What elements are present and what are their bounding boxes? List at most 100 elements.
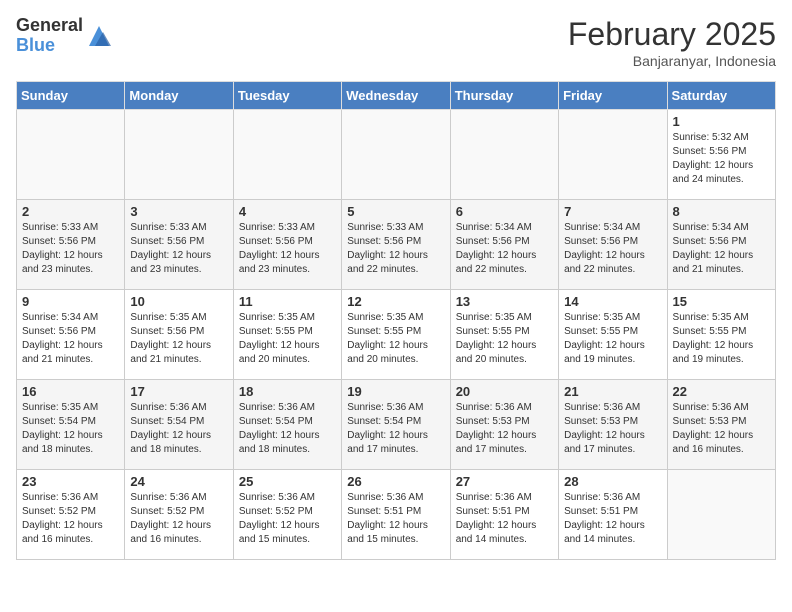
day-info: Sunrise: 5:36 AM Sunset: 5:52 PM Dayligh…	[22, 491, 119, 547]
day-number: 13	[456, 294, 553, 309]
day-number: 1	[673, 114, 770, 129]
day-number: 11	[239, 294, 336, 309]
day-number: 19	[347, 384, 444, 399]
calendar-day-cell: 14 Sunrise: 5:35 AM Sunset: 5:55 PM Dayli…	[559, 290, 667, 380]
day-number: 9	[22, 294, 119, 309]
day-number: 28	[564, 474, 661, 489]
calendar-day-cell: 24Sunrise: 5:36 AM Sunset: 5:52 PM Dayli…	[125, 470, 233, 560]
calendar-table: SundayMondayTuesdayWednesdayThursdayFrid…	[16, 81, 776, 560]
calendar-day-cell	[233, 110, 341, 200]
day-number: 26	[347, 474, 444, 489]
calendar-day-cell: 13 Sunrise: 5:35 AM Sunset: 5:55 PM Dayli…	[450, 290, 558, 380]
day-number: 18	[239, 384, 336, 399]
day-info: Sunrise: 5:36 AM Sunset: 5:53 PM Dayligh…	[564, 401, 661, 457]
logo-blue-text: Blue	[16, 36, 83, 56]
day-number: 21	[564, 384, 661, 399]
day-number: 16	[22, 384, 119, 399]
day-info: Sunrise: 5:32 AM Sunset: 5:56 PM Dayligh…	[673, 131, 770, 187]
day-number: 14	[564, 294, 661, 309]
logo-general-text: General	[16, 16, 83, 36]
day-info: Sunrise: 5:35 AM Sunset: 5:55 PM Dayligh…	[239, 311, 336, 367]
day-number: 27	[456, 474, 553, 489]
day-number: 8	[673, 204, 770, 219]
calendar-week-row: 16 Sunrise: 5:35 AM Sunset: 5:54 PM Dayli…	[17, 380, 776, 470]
day-number: 2	[22, 204, 119, 219]
calendar-day-cell: 10 Sunrise: 5:35 AM Sunset: 5:56 PM Dayli…	[125, 290, 233, 380]
month-title: February 2025	[568, 16, 776, 53]
day-number: 25	[239, 474, 336, 489]
calendar-day-cell	[450, 110, 558, 200]
day-number: 4	[239, 204, 336, 219]
day-number: 5	[347, 204, 444, 219]
calendar-day-cell: 19 Sunrise: 5:36 AM Sunset: 5:54 PM Dayli…	[342, 380, 450, 470]
day-info: Sunrise: 5:35 AM Sunset: 5:55 PM Dayligh…	[456, 311, 553, 367]
day-info: Sunrise: 5:36 AM Sunset: 5:53 PM Dayligh…	[673, 401, 770, 457]
day-info: Sunrise: 5:36 AM Sunset: 5:51 PM Dayligh…	[564, 491, 661, 547]
column-header-thursday: Thursday	[450, 82, 558, 110]
day-number: 12	[347, 294, 444, 309]
calendar-day-cell: 8 Sunrise: 5:34 AM Sunset: 5:56 PM Daylig…	[667, 200, 775, 290]
day-info: Sunrise: 5:36 AM Sunset: 5:51 PM Dayligh…	[456, 491, 553, 547]
calendar-day-cell: 20 Sunrise: 5:36 AM Sunset: 5:53 PM Dayli…	[450, 380, 558, 470]
calendar-day-cell: 17Sunrise: 5:36 AM Sunset: 5:54 PM Dayli…	[125, 380, 233, 470]
calendar-day-cell: 3 Sunrise: 5:33 AM Sunset: 5:56 PM Daylig…	[125, 200, 233, 290]
day-info: Sunrise: 5:36 AM Sunset: 5:54 PM Dayligh…	[347, 401, 444, 457]
calendar-day-cell: 4 Sunrise: 5:33 AM Sunset: 5:56 PM Daylig…	[233, 200, 341, 290]
calendar-day-cell: 22 Sunrise: 5:36 AM Sunset: 5:53 PM Dayli…	[667, 380, 775, 470]
calendar-day-cell: 16 Sunrise: 5:35 AM Sunset: 5:54 PM Dayli…	[17, 380, 125, 470]
calendar-day-cell: 25 Sunrise: 5:36 AM Sunset: 5:52 PM Dayli…	[233, 470, 341, 560]
calendar-day-cell: 26 Sunrise: 5:36 AM Sunset: 5:51 PM Dayli…	[342, 470, 450, 560]
calendar-day-cell: 2 Sunrise: 5:33 AM Sunset: 5:56 PM Daylig…	[17, 200, 125, 290]
day-info: Sunrise: 5:34 AM Sunset: 5:56 PM Dayligh…	[564, 221, 661, 277]
calendar-day-cell: 5 Sunrise: 5:33 AM Sunset: 5:56 PM Daylig…	[342, 200, 450, 290]
calendar-day-cell: 18Sunrise: 5:36 AM Sunset: 5:54 PM Dayli…	[233, 380, 341, 470]
day-number: 23	[22, 474, 119, 489]
day-info: Sunrise: 5:33 AM Sunset: 5:56 PM Dayligh…	[130, 221, 227, 277]
day-info: Sunrise: 5:33 AM Sunset: 5:56 PM Dayligh…	[239, 221, 336, 277]
day-info: Sunrise: 5:35 AM Sunset: 5:55 PM Dayligh…	[673, 311, 770, 367]
day-info: Sunrise: 5:36 AM Sunset: 5:51 PM Dayligh…	[347, 491, 444, 547]
calendar-day-cell: 27 Sunrise: 5:36 AM Sunset: 5:51 PM Dayli…	[450, 470, 558, 560]
calendar-day-cell	[125, 110, 233, 200]
column-header-friday: Friday	[559, 82, 667, 110]
calendar-day-cell: 9Sunrise: 5:34 AM Sunset: 5:56 PM Daylig…	[17, 290, 125, 380]
day-number: 6	[456, 204, 553, 219]
calendar-header-row: SundayMondayTuesdayWednesdayThursdayFrid…	[17, 82, 776, 110]
day-info: Sunrise: 5:33 AM Sunset: 5:56 PM Dayligh…	[22, 221, 119, 277]
day-info: Sunrise: 5:33 AM Sunset: 5:56 PM Dayligh…	[347, 221, 444, 277]
location: Banjaranyar, Indonesia	[568, 53, 776, 69]
day-number: 22	[673, 384, 770, 399]
day-number: 20	[456, 384, 553, 399]
day-info: Sunrise: 5:35 AM Sunset: 5:55 PM Dayligh…	[347, 311, 444, 367]
calendar-day-cell	[17, 110, 125, 200]
logo-icon	[85, 22, 113, 50]
day-info: Sunrise: 5:34 AM Sunset: 5:56 PM Dayligh…	[456, 221, 553, 277]
day-info: Sunrise: 5:36 AM Sunset: 5:52 PM Dayligh…	[130, 491, 227, 547]
logo: General Blue	[16, 16, 113, 56]
day-number: 15	[673, 294, 770, 309]
day-info: Sunrise: 5:35 AM Sunset: 5:56 PM Dayligh…	[130, 311, 227, 367]
column-header-sunday: Sunday	[17, 82, 125, 110]
column-header-saturday: Saturday	[667, 82, 775, 110]
calendar-day-cell: 23 Sunrise: 5:36 AM Sunset: 5:52 PM Dayli…	[17, 470, 125, 560]
day-number: 10	[130, 294, 227, 309]
calendar-day-cell: 21 Sunrise: 5:36 AM Sunset: 5:53 PM Dayli…	[559, 380, 667, 470]
day-info: Sunrise: 5:36 AM Sunset: 5:53 PM Dayligh…	[456, 401, 553, 457]
calendar-week-row: 1 Sunrise: 5:32 AM Sunset: 5:56 PM Daylig…	[17, 110, 776, 200]
day-info: Sunrise: 5:35 AM Sunset: 5:55 PM Dayligh…	[564, 311, 661, 367]
day-info: Sunrise: 5:35 AM Sunset: 5:54 PM Dayligh…	[22, 401, 119, 457]
calendar-day-cell	[559, 110, 667, 200]
calendar-day-cell	[667, 470, 775, 560]
title-block: February 2025 Banjaranyar, Indonesia	[568, 16, 776, 69]
page-header: General Blue February 2025 Banjaranyar, …	[16, 16, 776, 69]
day-info: Sunrise: 5:34 AM Sunset: 5:56 PM Dayligh…	[673, 221, 770, 277]
calendar-day-cell: 12 Sunrise: 5:35 AM Sunset: 5:55 PM Dayli…	[342, 290, 450, 380]
day-number: 7	[564, 204, 661, 219]
column-header-wednesday: Wednesday	[342, 82, 450, 110]
calendar-week-row: 9Sunrise: 5:34 AM Sunset: 5:56 PM Daylig…	[17, 290, 776, 380]
column-header-tuesday: Tuesday	[233, 82, 341, 110]
calendar-day-cell: 15 Sunrise: 5:35 AM Sunset: 5:55 PM Dayli…	[667, 290, 775, 380]
day-info: Sunrise: 5:36 AM Sunset: 5:52 PM Dayligh…	[239, 491, 336, 547]
calendar-day-cell: 1 Sunrise: 5:32 AM Sunset: 5:56 PM Daylig…	[667, 110, 775, 200]
day-number: 3	[130, 204, 227, 219]
